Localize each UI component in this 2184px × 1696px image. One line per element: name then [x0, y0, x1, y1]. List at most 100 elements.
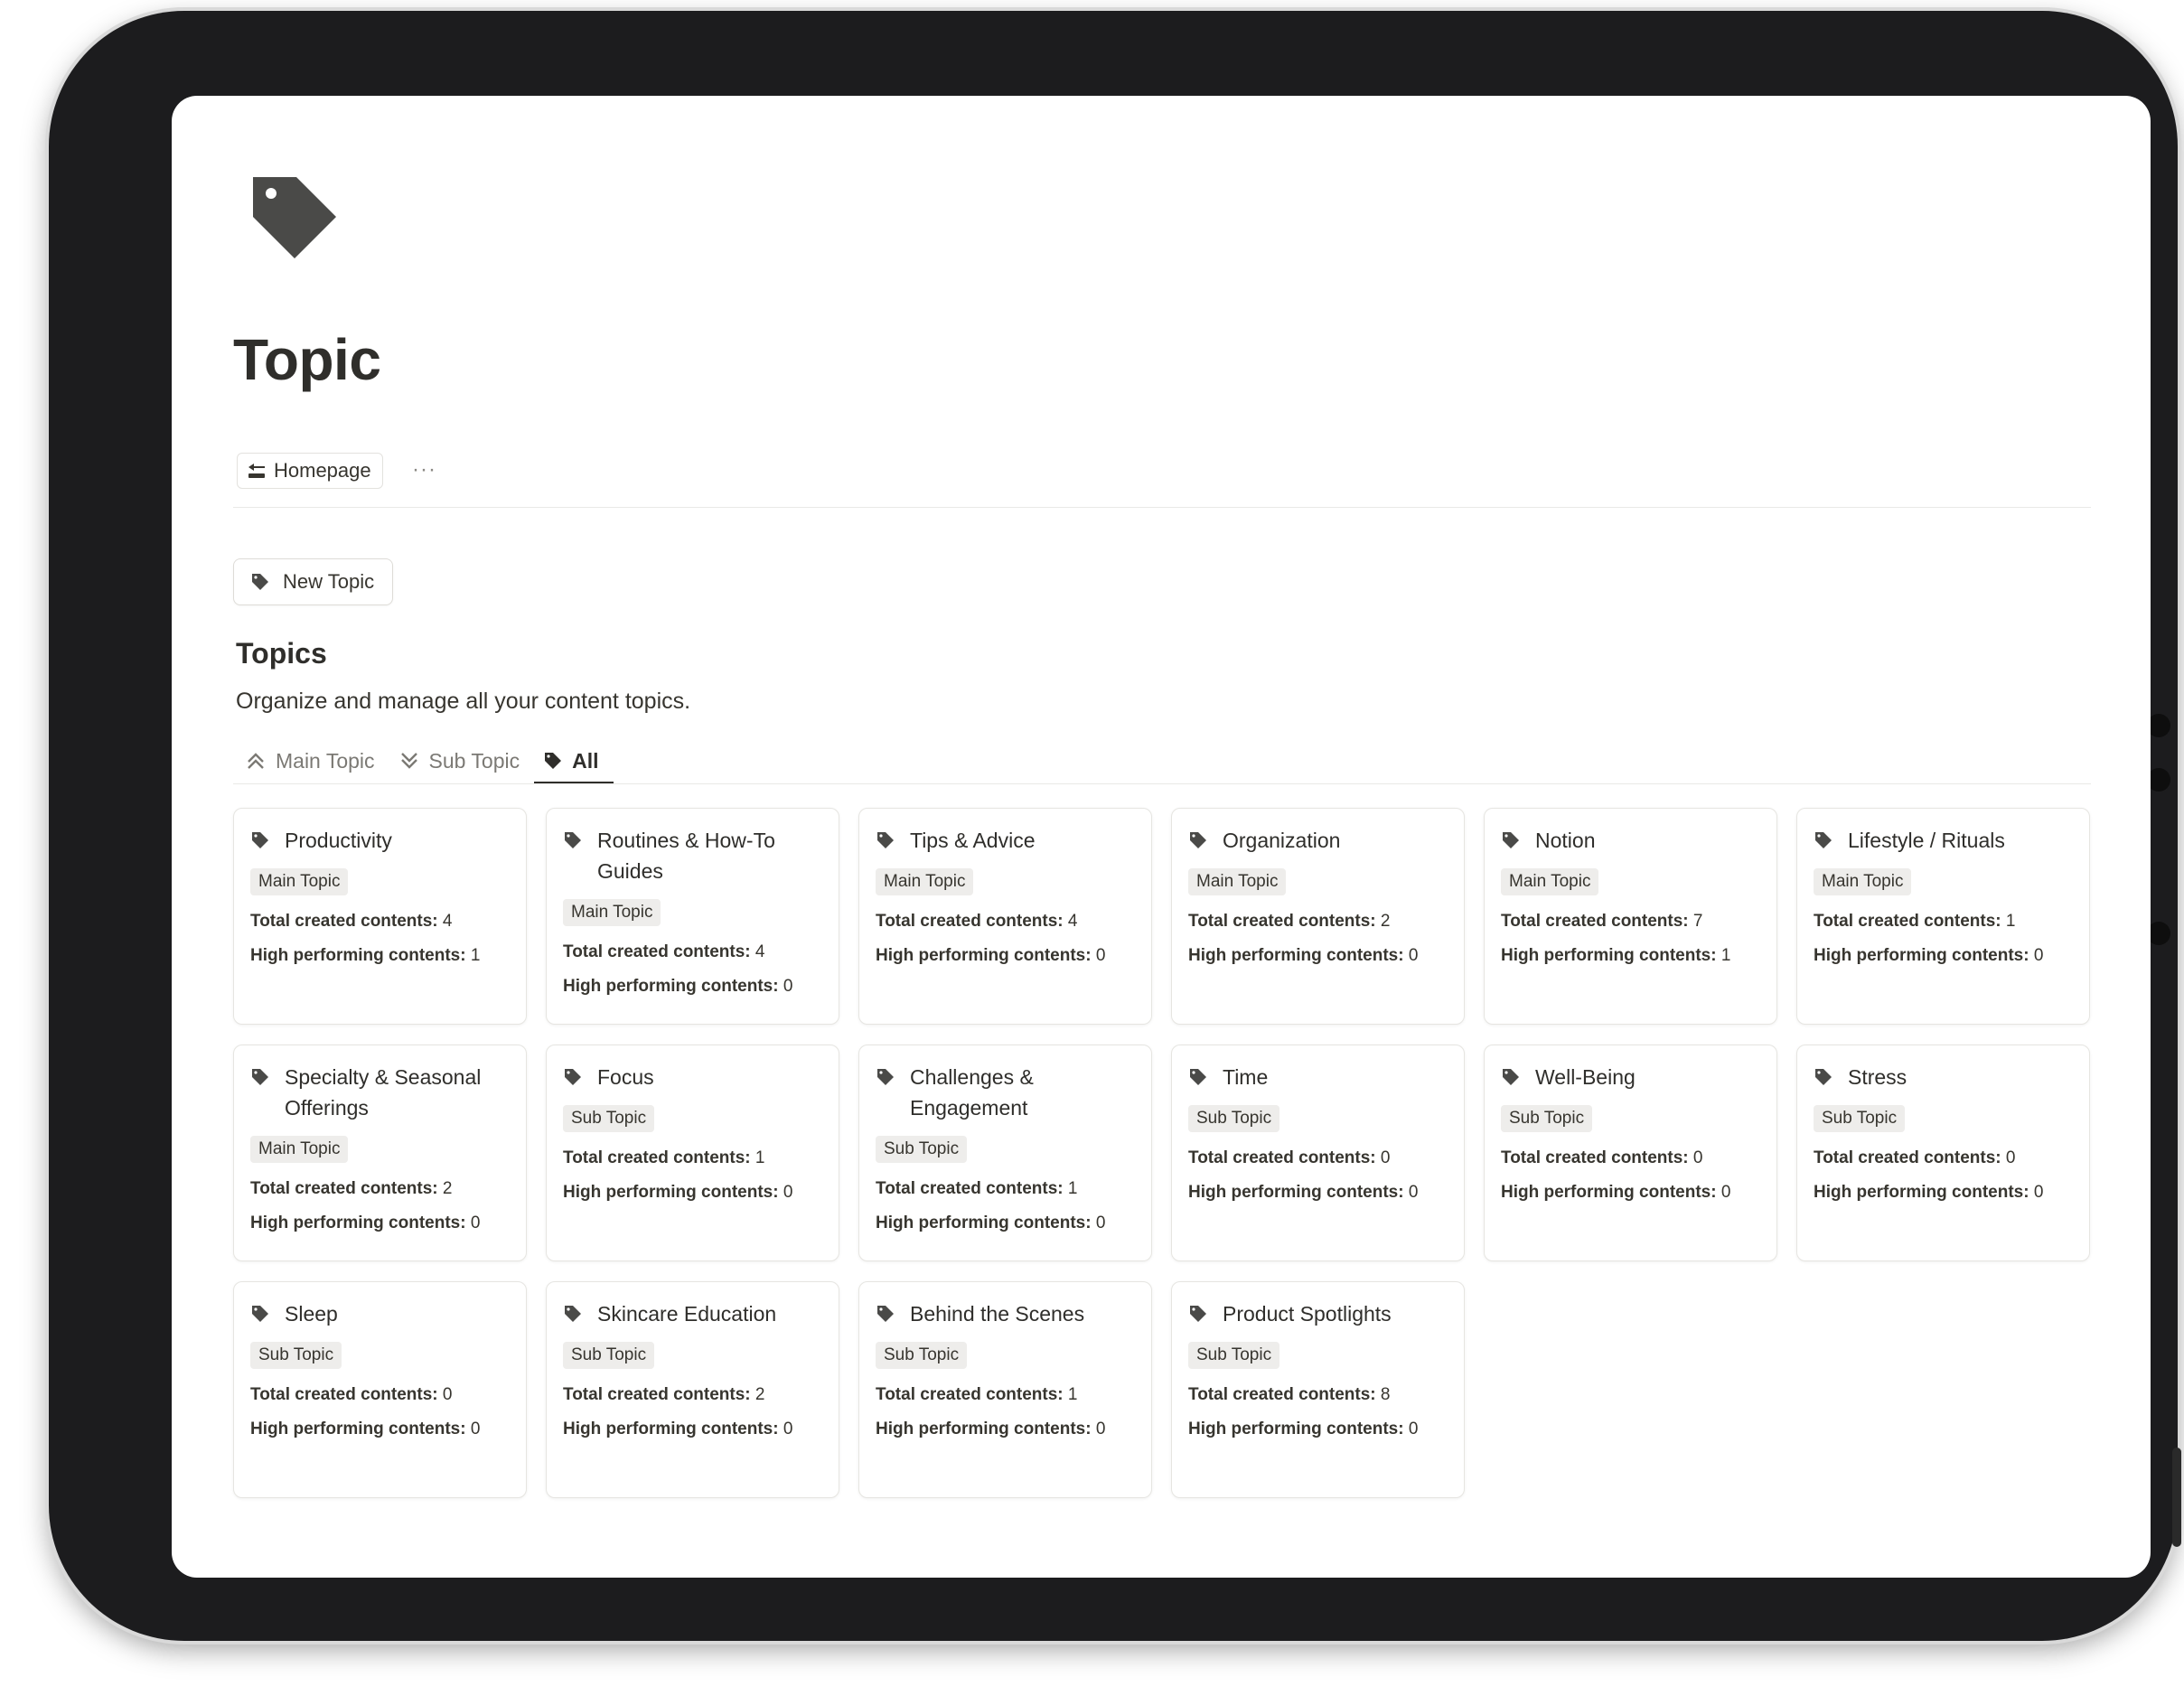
topic-card[interactable]: Stress Sub Topic Total created contents:… — [1796, 1045, 2090, 1261]
tag-icon — [252, 574, 268, 590]
metric-value: 0 — [1720, 1183, 1731, 1202]
tab-sub-topic[interactable]: Sub Topic — [389, 739, 535, 782]
topic-card[interactable]: Product Spotlights Sub Topic Total creat… — [1171, 1281, 1465, 1498]
card-header: Well-Being — [1501, 1062, 1760, 1092]
topic-type-tag: Main Topic — [563, 899, 661, 926]
tag-icon — [1190, 832, 1206, 848]
metric-value: 0 — [1095, 946, 1106, 965]
topic-card[interactable]: Challenges & Engagement Sub Topic Total … — [858, 1045, 1152, 1261]
new-topic-button[interactable]: New Topic — [233, 558, 394, 605]
topic-card[interactable]: Tips & Advice Main Topic Total created c… — [858, 808, 1152, 1025]
metric-value: 0 — [1095, 1213, 1106, 1232]
topic-gallery: Productivity Main Topic Total created co… — [233, 808, 2091, 1498]
card-title: Time — [1223, 1065, 1269, 1089]
topic-card[interactable]: Routines & How-To Guides Main Topic Tota… — [546, 808, 839, 1025]
card-title: Productivity — [285, 829, 392, 852]
metric-value: 0 — [470, 1213, 481, 1232]
tab-label: All — [572, 748, 599, 773]
tag-icon — [1503, 1069, 1519, 1085]
metric-label: Total created contents: — [1188, 1385, 1376, 1404]
metric-label: High performing contents: — [563, 1420, 779, 1438]
card-header: Tips & Advice — [876, 825, 1135, 856]
metric-label: High performing contents: — [1188, 946, 1404, 965]
total-created-metric: Total created contents: 1 — [1814, 910, 2073, 933]
high-performing-metric: High performing contents: 0 — [250, 1212, 510, 1235]
metric-label: Total created contents: — [1188, 912, 1376, 931]
card-header: Organization — [1188, 825, 1448, 856]
total-created-metric: Total created contents: 1 — [563, 1147, 822, 1170]
side-button — [2172, 1448, 2181, 1547]
metric-label: High performing contents: — [1814, 946, 2029, 965]
topic-card[interactable]: Sleep Sub Topic Total created contents: … — [233, 1281, 527, 1498]
metric-value: 0 — [783, 1420, 793, 1438]
homepage-label: Homepage — [274, 459, 371, 482]
topic-card[interactable]: Skincare Education Sub Topic Total creat… — [546, 1281, 839, 1498]
metric-label: Total created contents: — [876, 912, 1064, 931]
topic-card[interactable]: Notion Main Topic Total created contents… — [1484, 808, 1777, 1025]
topic-type-tag: Sub Topic — [563, 1105, 655, 1132]
topic-type-tag: Sub Topic — [1501, 1105, 1593, 1132]
metric-label: High performing contents: — [1188, 1420, 1404, 1438]
screen: Topic Homepage ··· New Topic Topics Orga… — [172, 96, 2151, 1578]
card-header: Notion — [1501, 825, 1760, 856]
topic-type-tag: Main Topic — [250, 1136, 349, 1163]
card-title: Tips & Advice — [910, 829, 1036, 852]
double-chevron-up-icon — [248, 753, 264, 769]
card-title: Product Spotlights — [1223, 1302, 1392, 1326]
total-created-metric: Total created contents: 0 — [1501, 1147, 1760, 1170]
topic-card[interactable]: Organization Main Topic Total created co… — [1171, 808, 1465, 1025]
topic-card[interactable]: Well-Being Sub Topic Total created conte… — [1484, 1045, 1777, 1261]
more-options-button[interactable]: ··· — [412, 457, 436, 483]
metric-value: 0 — [1408, 1183, 1419, 1202]
metric-label: Total created contents: — [250, 1179, 438, 1198]
total-created-metric: Total created contents: 4 — [563, 941, 822, 964]
metric-value: 2 — [442, 1179, 453, 1198]
tag-icon — [1815, 1069, 1832, 1085]
double-chevron-down-icon — [400, 753, 417, 769]
topic-type-tag: Sub Topic — [876, 1136, 968, 1163]
homepage-button[interactable]: Homepage — [237, 453, 383, 489]
topic-card[interactable]: Lifestyle / Rituals Main Topic Total cre… — [1796, 808, 2090, 1025]
card-header: Time — [1188, 1062, 1448, 1092]
metric-label: High performing contents: — [250, 946, 466, 965]
total-created-metric: Total created contents: 0 — [1814, 1147, 2073, 1170]
tag-icon — [877, 1306, 894, 1322]
metric-label: Total created contents: — [1188, 1148, 1376, 1167]
topic-card[interactable]: Productivity Main Topic Total created co… — [233, 808, 527, 1025]
high-performing-metric: High performing contents: 0 — [563, 1418, 822, 1441]
high-performing-metric: High performing contents: 0 — [1814, 1181, 2073, 1204]
metric-label: Total created contents: — [1501, 912, 1689, 931]
metric-label: Total created contents: — [1501, 1148, 1689, 1167]
tab-main-topic[interactable]: Main Topic — [236, 739, 389, 782]
card-title: Stress — [1848, 1065, 1907, 1089]
total-created-metric: Total created contents: 8 — [1188, 1383, 1448, 1407]
tag-icon — [877, 832, 894, 848]
card-title: Well-Being — [1535, 1065, 1636, 1089]
total-created-metric: Total created contents: 1 — [876, 1177, 1135, 1201]
metric-label: Total created contents: — [1814, 912, 2001, 931]
topic-card[interactable]: Behind the Scenes Sub Topic Total create… — [858, 1281, 1152, 1498]
topic-type-tag: Sub Topic — [250, 1342, 342, 1369]
tab-all[interactable]: All — [534, 739, 614, 784]
metric-label: Total created contents: — [876, 1179, 1064, 1198]
metric-label: High performing contents: — [876, 946, 1092, 965]
metric-value: 0 — [1408, 946, 1419, 965]
total-created-metric: Total created contents: 2 — [1188, 910, 1448, 933]
metric-value: 1 — [2005, 912, 2016, 931]
total-created-metric: Total created contents: 0 — [1188, 1147, 1448, 1170]
high-performing-metric: High performing contents: 0 — [250, 1418, 510, 1441]
metric-value: 0 — [2033, 1183, 2044, 1202]
metric-value: 0 — [2005, 1148, 2016, 1167]
tag-icon — [1503, 832, 1519, 848]
total-created-metric: Total created contents: 4 — [250, 910, 510, 933]
divider — [233, 507, 2091, 508]
total-created-metric: Total created contents: 2 — [563, 1383, 822, 1407]
card-header: Focus — [563, 1062, 822, 1092]
topic-card[interactable]: Focus Sub Topic Total created contents: … — [546, 1045, 839, 1261]
card-header: Specialty & Seasonal Offerings — [250, 1062, 510, 1123]
card-title: Organization — [1223, 829, 1341, 852]
metric-value: 0 — [470, 1420, 481, 1438]
topic-card[interactable]: Specialty & Seasonal Offerings Main Topi… — [233, 1045, 527, 1261]
page-title: Topic — [233, 327, 381, 392]
topic-card[interactable]: Time Sub Topic Total created contents: 0… — [1171, 1045, 1465, 1261]
